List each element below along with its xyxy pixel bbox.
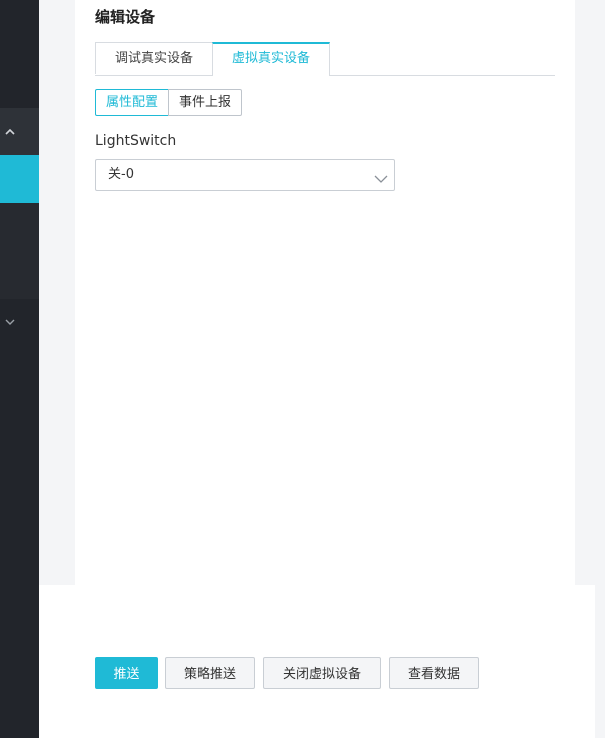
subtab-event-report[interactable]: 事件上报 — [168, 89, 242, 116]
push-button[interactable]: 推送 — [95, 657, 158, 689]
sidebar — [0, 0, 39, 738]
tab-virtual-real-device[interactable]: 虚拟真实设备 — [212, 42, 330, 76]
sidebar-item-active[interactable] — [0, 155, 39, 203]
edit-device-panel: 编辑设备 调试真实设备 虚拟真实设备 属性配置 事件上报 LightSwitch… — [75, 0, 575, 585]
device-tabs: 调试真实设备 虚拟真实设备 — [95, 42, 555, 76]
chevron-down-icon — [374, 169, 388, 183]
content-gutter — [39, 0, 75, 585]
chevron-up-icon[interactable] — [0, 125, 20, 139]
property-label: LightSwitch — [95, 133, 177, 149]
chevron-down-icon[interactable] — [0, 316, 20, 330]
view-data-button[interactable]: 查看数据 — [389, 657, 479, 689]
lightswitch-select[interactable]: 关-0 — [95, 159, 395, 191]
sidebar-submenu — [0, 203, 39, 299]
close-virtual-device-button[interactable]: 关闭虚拟设备 — [263, 657, 381, 689]
page-title: 编辑设备 — [95, 8, 156, 26]
select-value: 关-0 — [108, 167, 134, 182]
tab-debug-real-device[interactable]: 调试真实设备 — [95, 42, 213, 74]
subtab-property-config[interactable]: 属性配置 — [95, 89, 169, 116]
strategy-push-button[interactable]: 策略推送 — [165, 657, 255, 689]
